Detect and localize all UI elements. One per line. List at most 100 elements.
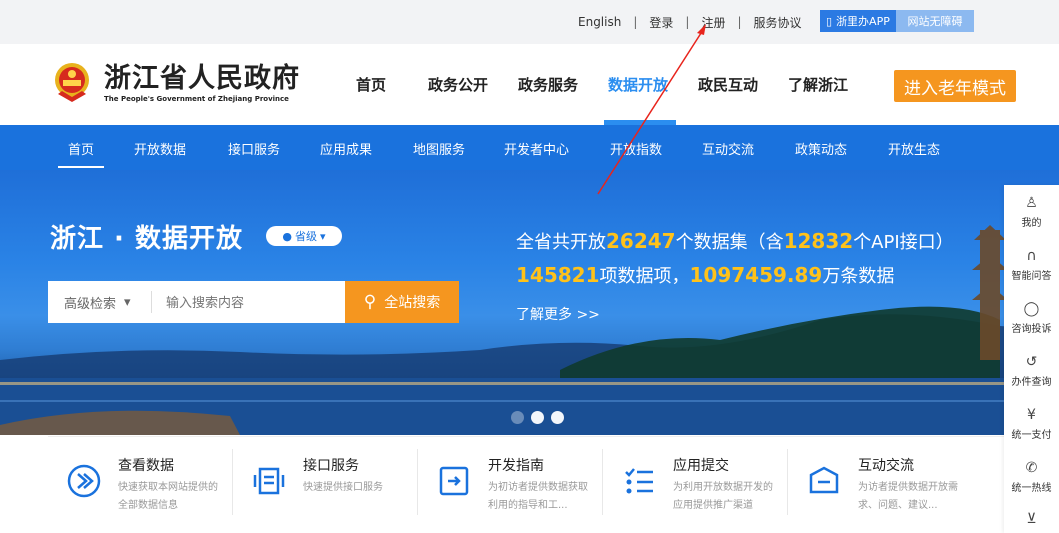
card-title: 开发指南 (488, 458, 544, 474)
card-title: 应用提交 (673, 458, 729, 474)
subnav-ecosystem[interactable]: 开放生态 (888, 139, 940, 158)
data-items-count: 145821 (516, 263, 600, 287)
stats-mid-2: 项数据项， (599, 266, 690, 287)
english-link[interactable]: English (578, 15, 621, 29)
advanced-search-dropdown[interactable]: 高级检索 ▾ (48, 291, 152, 313)
top-links: English | 登录 | 注册 | 服务协议 (578, 12, 802, 32)
rail-label: 统一支付 (1011, 430, 1052, 441)
subnav-home[interactable]: 首页 (68, 139, 94, 158)
rail-label: 智能问答 (1011, 271, 1052, 282)
service-agreement-link[interactable]: 服务协议 (754, 14, 802, 31)
location-pin-icon: ● (282, 229, 293, 243)
mobile-icon: ▯ (826, 14, 833, 28)
dev-guide-icon (439, 466, 469, 496)
subnav-open-data[interactable]: 开放数据 (134, 139, 186, 158)
rail-label: 办件查询 (1011, 377, 1052, 388)
search-icon: ⚲ (363, 292, 377, 312)
site-name: 浙江省人民政府 (104, 63, 300, 94)
card-interaction[interactable]: 互动交流 为访者提供数据开放需求、问题、建议... (788, 437, 973, 527)
subnav-api[interactable]: 接口服务 (228, 139, 280, 158)
stats-suffix-2: 万条数据 (822, 266, 895, 287)
rail-unified-payment[interactable]: ¥ 统一支付 (1004, 407, 1059, 441)
rail-my[interactable]: ♙ 我的 (1004, 195, 1059, 229)
datasets-count: 26247 (606, 229, 676, 253)
chevron-down-icon: ▾ (124, 294, 131, 310)
subnav-open-index[interactable]: 开放指数 (610, 139, 662, 158)
phone-icon: ✆ (1025, 460, 1038, 476)
card-desc: 快速提供接口服务 (303, 482, 383, 493)
search-button-label: 全站搜索 (384, 295, 441, 311)
site-name-en: The People's Government of Zhejiang Prov… (104, 95, 289, 103)
app-button-label: 浙里办APP (836, 15, 890, 28)
subnav-interaction[interactable]: 互动交流 (702, 139, 754, 158)
elder-mode-button[interactable]: 进入老年模式 (894, 70, 1016, 102)
api-count: 12832 (783, 229, 854, 253)
separator: | (737, 15, 742, 29)
rail-case-query[interactable]: ↺ 办件查询 (1004, 354, 1059, 388)
carousel-dot[interactable] (531, 411, 544, 424)
subnav-developer[interactable]: 开发者中心 (504, 139, 569, 158)
stats-mid-1: 个数据集（含 (675, 232, 784, 253)
separator: | (685, 15, 690, 29)
login-link[interactable]: 登录 (649, 14, 673, 31)
subnav-apps[interactable]: 应用成果 (320, 139, 372, 158)
advanced-search-label: 高级检索 (64, 296, 117, 312)
site-search-button[interactable]: ⚲ 全站搜索 (345, 281, 459, 323)
card-view-data[interactable]: 查看数据 快速获取本网站提供的全部数据信息 (48, 437, 233, 527)
interaction-icon (809, 466, 839, 494)
subnav-map[interactable]: 地图服务 (413, 139, 465, 158)
chevron-down-icon: ▾ (320, 229, 326, 243)
quick-entry-cards: 查看数据 快速获取本网站提供的全部数据信息 接口服务 快速提供接口服务 开发指南… (48, 436, 1008, 526)
stats-line-1: 全省共开放26247个数据集（含12832个API接口） (516, 228, 954, 254)
carousel-dot[interactable] (551, 411, 564, 424)
rail-hotline[interactable]: ✆ 统一热线 (1004, 460, 1059, 494)
card-desc: 为利用开放数据开发的应用提供推广渠道 (673, 482, 773, 511)
card-api-service[interactable]: 接口服务 快速提供接口服务 (233, 437, 418, 527)
stats-prefix: 全省共开放 (516, 232, 606, 253)
register-link[interactable]: 注册 (701, 14, 725, 31)
yen-icon: ¥ (1027, 407, 1036, 423)
shield-icon: ◯ (1023, 301, 1040, 317)
nav-interaction[interactable]: 政民互动 (698, 74, 758, 95)
nav-about-zhejiang[interactable]: 了解浙江 (788, 74, 848, 95)
stats-suffix-1: 个API接口） (853, 232, 954, 253)
rail-label: 我的 (1021, 218, 1042, 229)
level-label: 省级 (295, 230, 318, 243)
learn-more-link[interactable]: 了解更多 >> (516, 304, 600, 324)
separator: | (633, 15, 638, 29)
carousel-dot[interactable] (511, 411, 524, 424)
rail-smart-qa[interactable]: ∩ 智能问答 (1004, 248, 1059, 282)
accessibility-button[interactable]: 网站无障碍 (896, 10, 974, 32)
site-brand[interactable]: 浙江省人民政府 The People's Government of Zheji… (104, 63, 300, 104)
subnav-active-underline (58, 166, 104, 168)
nav-home[interactable]: 首页 (356, 74, 386, 95)
zheliban-app-button[interactable]: ▯ 浙里办APP (820, 10, 896, 32)
data-view-icon (67, 464, 101, 498)
national-emblem-icon[interactable] (52, 60, 92, 106)
app-submit-icon (625, 468, 653, 494)
level-selector[interactable]: ● 省级 ▾ (266, 226, 342, 246)
right-service-rail: ♙ 我的 ∩ 智能问答 ◯ 咨询投诉 ↺ 办件查询 ¥ 统一支付 ✆ 统一热线 ⊻ (1004, 185, 1059, 533)
rail-download[interactable]: ⊻ (1004, 511, 1059, 530)
subnav-policy[interactable]: 政策动态 (795, 139, 847, 158)
search-input[interactable] (166, 287, 336, 317)
search-box: 高级检索 ▾ (48, 281, 346, 323)
records-count: 1097459.89 (689, 263, 823, 287)
hero-banner: 浙江 · 数据开放 ● 省级 ▾ 高级检索 ▾ ⚲ 全站搜索 全省共开放2624… (0, 170, 1059, 435)
hero-title: 浙江 · 数据开放 (50, 224, 243, 254)
history-icon: ↺ (1025, 354, 1038, 370)
card-desc: 为初访者提供数据获取利用的指导和工... (488, 482, 588, 511)
card-desc: 快速获取本网站提供的全部数据信息 (118, 482, 218, 511)
nav-gov-affairs-open[interactable]: 政务公开 (428, 74, 488, 95)
rail-consult-complaint[interactable]: ◯ 咨询投诉 (1004, 301, 1059, 335)
api-service-icon (253, 467, 285, 495)
stats-line-2: 145821项数据项，1097459.89万条数据 (516, 262, 894, 288)
sub-nav: 首页 开放数据 接口服务 应用成果 地图服务 开发者中心 开放指数 互动交流 政… (0, 125, 1059, 170)
nav-data-open[interactable]: 数据开放 (608, 74, 668, 95)
rail-label: 咨询投诉 (1011, 324, 1052, 335)
card-desc: 为访者提供数据开放需求、问题、建议... (858, 482, 958, 511)
card-dev-guide[interactable]: 开发指南 为初访者提供数据获取利用的指导和工... (418, 437, 603, 527)
nav-gov-services[interactable]: 政务服务 (518, 74, 578, 95)
card-app-submit[interactable]: 应用提交 为利用开放数据开发的应用提供推广渠道 (603, 437, 788, 527)
user-icon: ♙ (1025, 195, 1038, 211)
